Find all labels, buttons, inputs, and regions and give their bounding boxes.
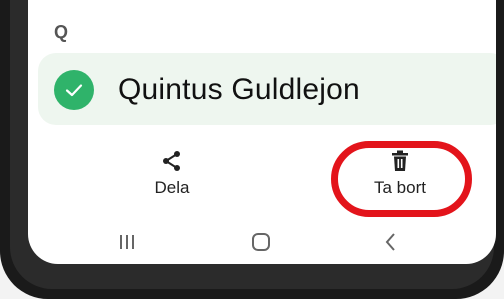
contact-list-item[interactable]: Quintus Guldlejon bbox=[38, 53, 496, 125]
back-icon[interactable] bbox=[376, 228, 406, 256]
recent-apps-icon[interactable] bbox=[112, 228, 142, 256]
annotation-circle bbox=[331, 141, 472, 217]
share-label: Dela bbox=[154, 178, 190, 197]
checkmark-icon[interactable] bbox=[54, 70, 94, 110]
share-button[interactable]: Dela bbox=[112, 150, 232, 198]
section-header-letter: Q bbox=[54, 22, 69, 42]
system-navigation-bar bbox=[28, 224, 496, 260]
home-icon[interactable] bbox=[246, 228, 276, 256]
phone-screen: Q Quintus Guldlejon Dela Ta bort bbox=[28, 0, 496, 264]
contact-name: Quintus Guldlejon bbox=[118, 73, 360, 106]
share-icon bbox=[163, 151, 180, 171]
